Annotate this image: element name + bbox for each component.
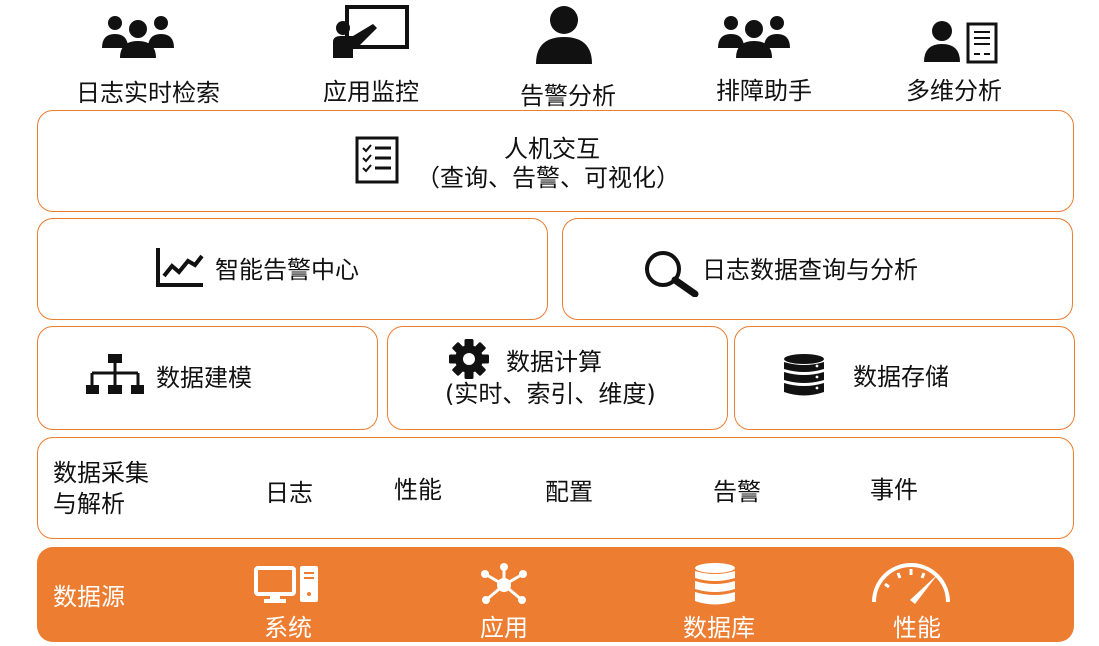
source-label: 数据库	[683, 614, 755, 642]
collection-title: 数据采集	[53, 459, 149, 487]
compute-title: 数据计算	[506, 348, 602, 376]
collection-item: 配置	[545, 478, 593, 506]
database-icon	[693, 562, 737, 612]
collection-item: 性能	[394, 476, 442, 504]
interaction-title: 人机交互	[504, 135, 600, 163]
log-search-label: 日志数据查询与分析	[702, 256, 918, 284]
compute-panel	[387, 326, 728, 430]
users-group-icon	[100, 12, 176, 64]
users-group-icon	[716, 12, 792, 64]
compute-subtitle: (实时、索引、维度)	[445, 380, 656, 408]
collection-item: 告警	[713, 478, 761, 506]
role-label: 排障助手	[716, 77, 812, 105]
hierarchy-icon	[86, 354, 144, 398]
checklist-icon	[355, 136, 399, 188]
role-label: 日志实时检索	[76, 79, 220, 107]
gear-icon	[445, 338, 493, 384]
collection-item: 事件	[870, 476, 918, 504]
role-label: 告警分析	[520, 82, 616, 110]
line-chart-icon	[155, 246, 205, 292]
search-icon	[643, 249, 699, 301]
alert-center-label: 智能告警中心	[215, 256, 359, 284]
speedometer-icon	[870, 562, 952, 608]
modeling-label: 数据建模	[156, 364, 252, 392]
user-document-icon	[924, 20, 1000, 68]
storage-label: 数据存储	[853, 363, 949, 391]
source-label: 性能	[893, 614, 941, 642]
role-label: 多维分析	[906, 77, 1002, 105]
source-label: 系统	[264, 614, 312, 642]
presenter-board-icon	[333, 4, 411, 64]
collection-title: 与解析	[53, 490, 125, 518]
user-icon	[535, 5, 593, 69]
computer-icon	[254, 564, 320, 608]
interaction-subtitle: （查询、告警、可视化）	[416, 164, 680, 192]
sources-title: 数据源	[53, 583, 125, 611]
role-label: 应用监控	[323, 78, 419, 106]
collection-item: 日志	[265, 479, 313, 507]
network-hub-icon	[478, 562, 530, 612]
source-label: 应用	[480, 614, 528, 642]
database-icon	[783, 353, 825, 403]
